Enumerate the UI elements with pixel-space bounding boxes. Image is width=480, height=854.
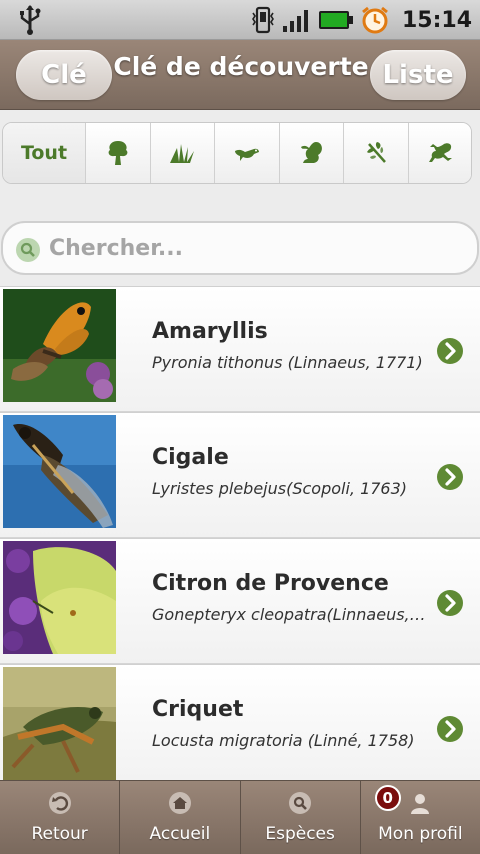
filter-trees[interactable] [86, 123, 151, 183]
nav-accueil[interactable]: Accueil [120, 781, 241, 854]
species-scientific-name: Pyronia tithonus (Linnaeus, 1771) [152, 353, 423, 372]
nav-accueil-label: Accueil [149, 824, 211, 844]
vibrate-icon [252, 6, 274, 34]
status-clock: 15:14 [401, 7, 472, 33]
species-list: Amaryllis Pyronia tithonus (Linnaeus, 17… [0, 286, 480, 780]
species-common-name: Amaryllis [152, 319, 268, 344]
species-row[interactable]: Citron de Provence Gonepteryx cleopatra(… [0, 538, 480, 664]
dragonfly-icon [366, 142, 386, 163]
tree-icon [108, 141, 128, 165]
nav-retour[interactable]: Retour [0, 781, 121, 854]
filter-all[interactable]: Tout [3, 123, 86, 183]
species-scientific-name: Lyristes plebejus(Scopoli, 1763) [152, 479, 408, 498]
species-row[interactable]: Amaryllis Pyronia tithonus (Linnaeus, 17… [0, 286, 480, 412]
liste-button[interactable]: Liste [370, 50, 466, 100]
page-title: Clé de découverte [113, 52, 369, 81]
app-header: Clé Clé de découverte Liste [0, 40, 480, 110]
species-photo [3, 667, 116, 780]
species-row[interactable]: Cigale Lyristes plebejus(Scopoli, 1763) [0, 412, 480, 538]
usb-icon [20, 5, 41, 35]
filter-insects[interactable] [344, 123, 409, 183]
species-common-name: Citron de Provence [152, 571, 389, 596]
chevron-right-icon [437, 590, 463, 616]
home-icon [168, 792, 191, 814]
search-input[interactable] [49, 231, 469, 265]
back-arrow-icon [48, 792, 71, 814]
species-photo [3, 541, 116, 654]
status-bar: 15:14 [0, 0, 480, 40]
search-icon [289, 792, 312, 814]
nav-especes-label: Espèces [265, 824, 335, 844]
alarm-icon [362, 6, 388, 34]
signal-icon [282, 10, 308, 32]
bottom-nav: Retour Accueil Espèces 0 Mon profil [0, 780, 480, 854]
cle-button[interactable]: Clé [16, 50, 112, 100]
nav-mon-profil-label: Mon profil [378, 824, 463, 844]
species-photo [3, 289, 116, 402]
search-bar [1, 221, 479, 275]
category-filter-bar: Tout [2, 122, 472, 184]
battery-icon [318, 11, 353, 29]
species-common-name: Criquet [152, 697, 244, 722]
filter-plants[interactable] [150, 123, 215, 183]
species-common-name: Cigale [152, 445, 229, 470]
species-photo [3, 415, 116, 528]
chevron-right-icon [437, 464, 463, 490]
nav-retour-label: Retour [31, 824, 88, 844]
chevron-right-icon [437, 716, 463, 742]
squirrel-icon [301, 142, 323, 163]
species-scientific-name: Gonepteryx cleopatra(Linnaeus, 1767) [152, 605, 428, 624]
chevron-right-icon [437, 338, 463, 364]
grass-icon [170, 144, 195, 163]
frog-icon [428, 143, 452, 162]
filter-mammals[interactable] [279, 123, 344, 183]
species-scientific-name: Locusta migratoria (Linné, 1758) [152, 731, 415, 750]
user-icon [411, 794, 430, 814]
search-icon [16, 238, 40, 262]
species-row[interactable]: Criquet Locusta migratoria (Linné, 1758) [0, 664, 480, 780]
filter-birds[interactable] [215, 123, 280, 183]
nav-especes[interactable]: Espèces [241, 781, 361, 854]
nav-mon-profil[interactable]: 0 Mon profil [361, 781, 480, 854]
bird-icon [234, 148, 259, 161]
notification-badge: 0 [374, 785, 401, 811]
filter-amphibians[interactable] [408, 123, 471, 183]
